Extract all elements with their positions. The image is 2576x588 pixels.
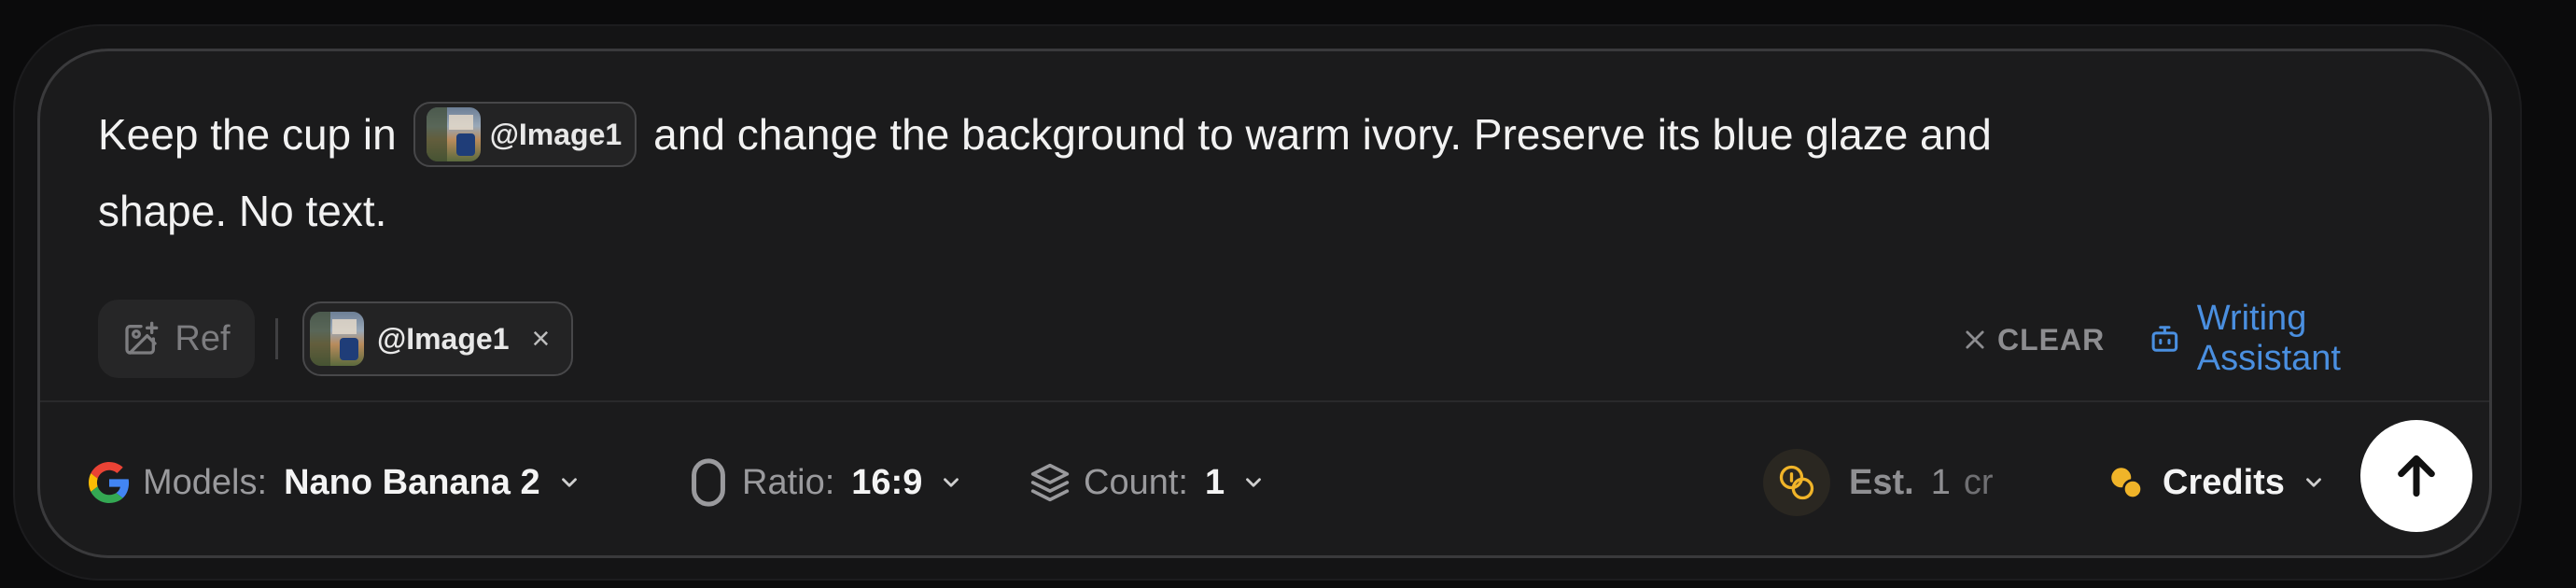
- ref-label: Ref: [175, 318, 231, 358]
- prompt-text-segment: shape. No text.: [98, 186, 387, 235]
- image-plus-icon: [125, 321, 159, 355]
- google-logo-icon: [89, 462, 130, 503]
- ratio-selector[interactable]: Ratio: 16:9: [688, 455, 963, 511]
- count-value: 1: [1204, 462, 1225, 502]
- est-label: Est.: [1849, 462, 1914, 502]
- attached-image-chip[interactable]: @Image1 ×: [302, 301, 573, 376]
- bot-icon: [2151, 326, 2178, 352]
- ratio-value: 16:9: [851, 462, 923, 502]
- credits-dropdown[interactable]: Credits: [2107, 455, 2326, 511]
- prompt-text-segment: Keep the cup in: [98, 109, 397, 159]
- arrow-up-icon: [2398, 455, 2435, 497]
- prompt-text-area[interactable]: Keep the cup in @Image1 and change the b…: [98, 94, 2301, 247]
- chevron-down-icon: [2306, 478, 2321, 487]
- count-label: Count:: [1084, 462, 1188, 502]
- writing-assistant-button[interactable]: Writing Assistant: [2148, 299, 2450, 378]
- ratio-icon: [692, 458, 725, 507]
- writing-assistant-label: Writing Assistant: [2196, 299, 2341, 378]
- models-value: Nano Banana 2: [284, 462, 540, 502]
- mention-label: @Image1: [489, 117, 623, 151]
- est-unit: cr: [1963, 462, 1994, 502]
- close-icon: [1966, 330, 1984, 349]
- ratio-label: Ratio:: [742, 462, 835, 502]
- image-thumbnail: [426, 106, 481, 161]
- est-value: 1: [1930, 462, 1951, 502]
- credits-label: Credits: [2163, 462, 2285, 502]
- section-divider: [40, 400, 2489, 402]
- models-selector[interactable]: Models: Nano Banana 2: [89, 455, 581, 511]
- chevron-down-icon: [944, 478, 959, 487]
- clear-button[interactable]: CLEAR: [1962, 316, 2105, 363]
- models-label: Models:: [143, 462, 268, 502]
- remove-attachment-button[interactable]: ×: [531, 321, 550, 357]
- send-button[interactable]: [2360, 420, 2472, 532]
- prompt-composer: Keep the cup in @Image1 and change the b…: [37, 49, 2492, 558]
- image-thumbnail: [310, 312, 364, 366]
- count-selector[interactable]: Count: 1: [1029, 455, 1266, 511]
- clear-label: CLEAR: [1997, 322, 2106, 357]
- attachment-label: @Image1: [377, 321, 510, 356]
- toolbar-separator: [275, 318, 278, 359]
- chevron-down-icon: [561, 478, 577, 487]
- coins-icon: [1763, 449, 1830, 516]
- chevron-down-icon: [1246, 478, 1262, 487]
- estimate-display: Est. 1 cr: [1763, 449, 1994, 516]
- coins-icon: [2111, 468, 2143, 499]
- generation-controls: Models: Nano Banana 2 Ratio: 16:9 Count:…: [40, 404, 2489, 555]
- add-reference-button[interactable]: Ref: [98, 300, 255, 378]
- layers-icon: [1030, 463, 1070, 502]
- image-mention-chip[interactable]: @Image1: [413, 101, 637, 167]
- prompt-text-segment: and change the background to warm ivory.…: [653, 109, 1992, 159]
- attachment-toolbar: Ref @Image1 × CLEAR Writing Assistant: [98, 299, 2450, 378]
